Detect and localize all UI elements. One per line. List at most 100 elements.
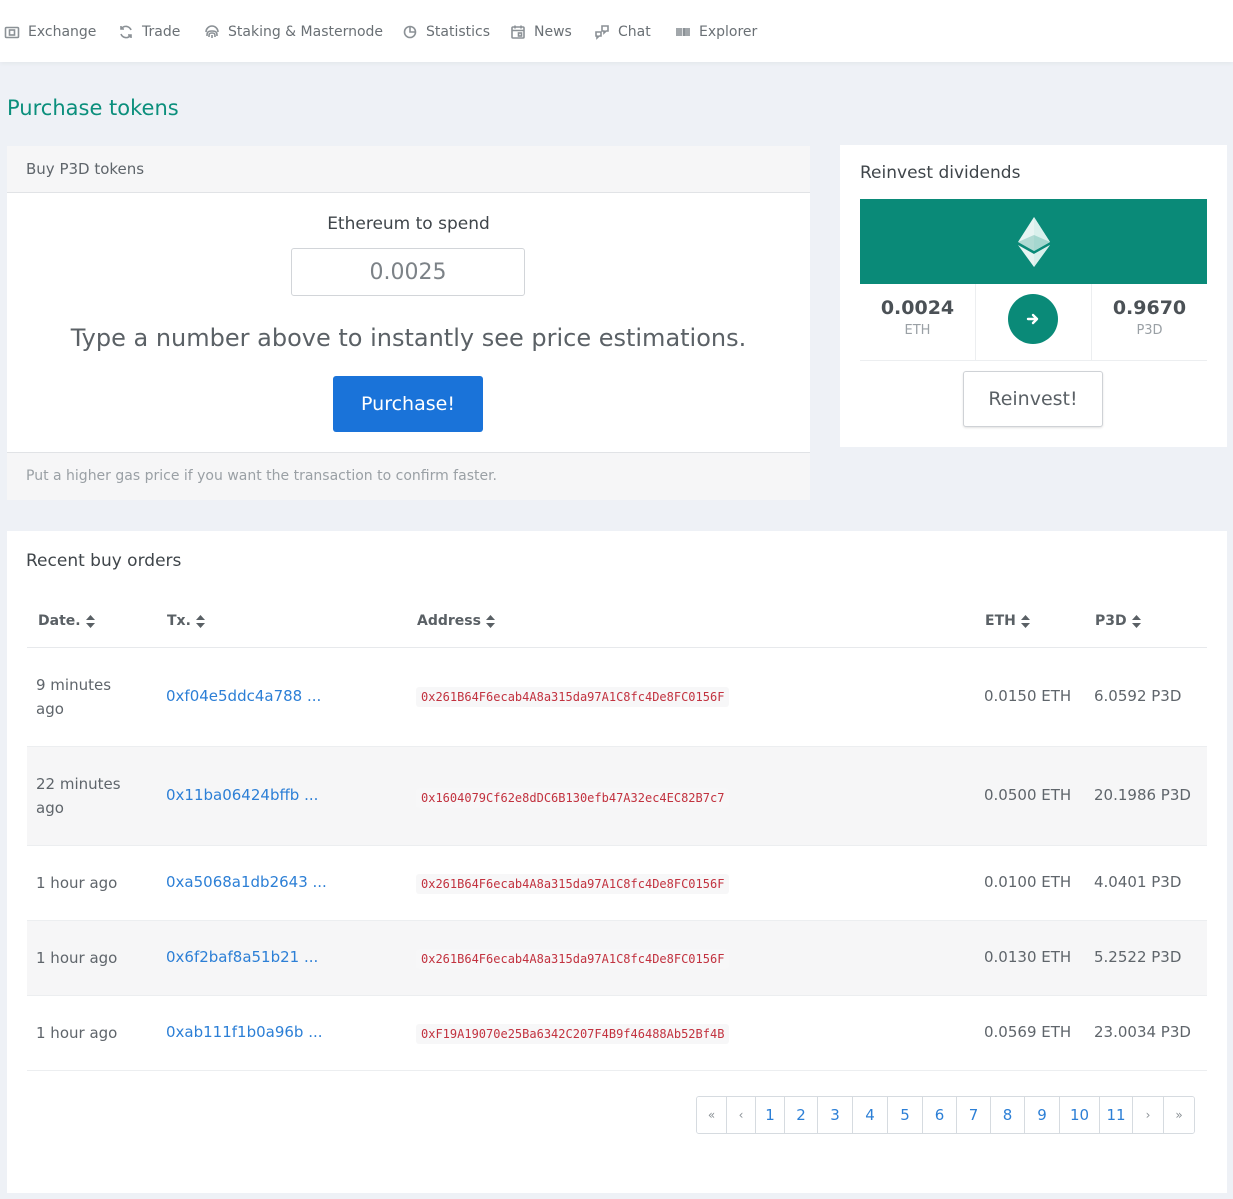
order-tx-link[interactable]: 0x6f2baf8a51b21 ... <box>166 948 318 966</box>
order-eth: 0.0569 ETH <box>984 1023 1072 1041</box>
p3d-stat-unit: P3D <box>1136 323 1163 338</box>
nav-item-label: Explorer <box>699 24 758 40</box>
orders-table: Date. Tx. Address ETH P3D 9 minutes ago … <box>27 591 1207 1071</box>
eth-amount-input[interactable] <box>291 248 525 296</box>
column-header-label: Tx. <box>167 613 191 629</box>
page-last-button[interactable]: » <box>1163 1097 1194 1133</box>
order-date: 22 minutes ago <box>36 775 121 817</box>
pie-chart-icon <box>403 25 417 39</box>
sort-icon <box>85 614 95 628</box>
page-button[interactable]: 8 <box>990 1097 1024 1133</box>
order-p3d: 20.1986 P3D <box>1094 786 1191 804</box>
order-p3d: 23.0034 P3D <box>1094 1023 1191 1041</box>
page-button[interactable]: 3 <box>817 1097 852 1133</box>
nav-item-trade[interactable]: Trade <box>118 20 180 44</box>
page-title: Purchase tokens <box>7 96 179 120</box>
p3d-stat-value: 0.9670 <box>1112 297 1187 319</box>
arrow-right-icon <box>1026 313 1039 325</box>
page-button[interactable]: 7 <box>956 1097 990 1133</box>
page-button[interactable]: 11 <box>1099 1097 1132 1133</box>
pagination: « ‹ 1 2 3 4 5 6 7 8 9 10 11 › » <box>696 1096 1195 1134</box>
nav-item-staking[interactable]: Staking & Masternode <box>204 20 383 44</box>
sort-icon <box>485 614 495 628</box>
page-button[interactable]: 1 <box>755 1097 784 1133</box>
page-prev-button[interactable]: ‹ <box>726 1097 755 1133</box>
column-header-date[interactable]: Date. <box>38 613 95 629</box>
nav-item-label: Staking & Masternode <box>228 24 384 40</box>
column-header-label: Date. <box>38 613 81 629</box>
order-tx-link[interactable]: 0xa5068a1db2643 ... <box>166 873 327 891</box>
page-button[interactable]: 6 <box>922 1097 956 1133</box>
ethereum-icon <box>1017 216 1050 267</box>
page-next-button[interactable]: › <box>1132 1097 1163 1133</box>
order-eth: 0.0130 ETH <box>984 948 1072 966</box>
ethereum-banner <box>860 199 1207 284</box>
arrow-cell <box>975 284 1092 360</box>
column-header-label: Address <box>417 613 481 629</box>
order-eth: 0.0100 ETH <box>984 873 1072 891</box>
nav-item-chat[interactable]: Chat <box>594 20 651 44</box>
purchase-button[interactable]: Purchase! <box>333 376 483 432</box>
order-p3d: 4.0401 P3D <box>1094 873 1182 891</box>
order-address: 0x261B64F6ecab4A8a315da97A1C8fc4De8FC015… <box>416 874 730 894</box>
top-navbar: Exchange Trade Staking & Masternode Stat… <box>0 0 1233 62</box>
page-button[interactable]: 10 <box>1059 1097 1099 1133</box>
page-button[interactable]: 5 <box>887 1097 922 1133</box>
nav-item-news[interactable]: News <box>510 20 572 44</box>
page-button[interactable]: 4 <box>852 1097 887 1133</box>
barcode-icon <box>676 28 690 36</box>
page-button[interactable]: 9 <box>1024 1097 1059 1133</box>
convert-arrow-button[interactable] <box>1008 294 1058 344</box>
sort-icon <box>1131 614 1141 628</box>
order-address: 0xF19A19070e25Ba6342C207F4B9f46488Ab52Bf… <box>416 1024 730 1044</box>
fingerprint-icon <box>205 25 219 38</box>
eth-stat-unit: ETH <box>904 323 931 338</box>
order-p3d: 5.2522 P3D <box>1094 948 1182 966</box>
page-button[interactable]: 2 <box>784 1097 817 1133</box>
wallet-icon <box>4 26 20 39</box>
nav-item-label: Chat <box>618 24 651 40</box>
column-header-p3d[interactable]: P3D <box>1095 613 1141 629</box>
table-row: 9 minutes ago 0xf04e5ddc4a788 ... 0x261B… <box>27 648 1207 747</box>
reinvest-dividends-card: Reinvest dividends 0.0024 ETH 0.9670 P3D… <box>840 145 1227 447</box>
table-row: 22 minutes ago 0x11ba06424bffb ... 0x160… <box>27 747 1207 846</box>
reinvest-button[interactable]: Reinvest! <box>963 371 1103 427</box>
order-eth: 0.0150 ETH <box>984 687 1072 705</box>
order-address: 0x261B64F6ecab4A8a315da97A1C8fc4De8FC015… <box>416 949 730 969</box>
nav-item-exchange[interactable]: Exchange <box>4 20 96 44</box>
order-tx-link[interactable]: 0xf04e5ddc4a788 ... <box>166 687 321 705</box>
price-estimation-hint: Type a number above to instantly see pri… <box>70 324 747 352</box>
nav-item-label: Exchange <box>28 24 97 40</box>
order-eth: 0.0500 ETH <box>984 786 1072 804</box>
reinvest-stats-row: 0.0024 ETH 0.9670 P3D <box>860 284 1207 361</box>
column-header-eth[interactable]: ETH <box>985 613 1030 629</box>
nav-item-label: Statistics <box>426 24 490 40</box>
eth-stat-value: 0.0024 <box>880 297 955 319</box>
page-first-button[interactable]: « <box>697 1097 726 1133</box>
order-p3d: 6.0592 P3D <box>1094 687 1182 705</box>
calendar-icon <box>511 25 525 39</box>
gas-price-note: Put a higher gas price if you want the t… <box>7 452 810 500</box>
buy-tokens-card: Buy P3D tokens Ethereum to spend Type a … <box>7 146 810 500</box>
table-header-row: Date. Tx. Address ETH P3D <box>27 591 1207 648</box>
order-tx-link[interactable]: 0x11ba06424bffb ... <box>166 786 318 804</box>
p3d-stat: 0.9670 P3D <box>1092 284 1207 360</box>
column-header-label: ETH <box>985 613 1016 629</box>
nav-item-statistics[interactable]: Statistics <box>402 20 490 44</box>
order-date: 1 hour ago <box>36 874 118 892</box>
sort-icon <box>1020 614 1030 628</box>
reinvest-title: Reinvest dividends <box>860 163 1021 183</box>
table-row: 1 hour ago 0x6f2baf8a51b21 ... 0x261B64F… <box>27 921 1207 996</box>
order-address: 0x1604079Cf62e8dDC6B130efb47A32ec4EC82B7… <box>416 788 730 808</box>
order-tx-link[interactable]: 0xab111f1b0a96b ... <box>166 1023 323 1041</box>
nav-item-explorer[interactable]: Explorer <box>675 20 757 44</box>
table-row: 1 hour ago 0xa5068a1db2643 ... 0x261B64F… <box>27 846 1207 921</box>
eth-stat: 0.0024 ETH <box>860 284 975 360</box>
order-address: 0x261B64F6ecab4A8a315da97A1C8fc4De8FC015… <box>416 687 730 707</box>
column-header-tx[interactable]: Tx. <box>167 613 205 629</box>
order-date: 9 minutes ago <box>36 676 112 718</box>
order-date: 1 hour ago <box>36 949 118 967</box>
table-row: 1 hour ago 0xab111f1b0a96b ... 0xF19A190… <box>27 996 1207 1071</box>
column-header-address[interactable]: Address <box>417 613 495 629</box>
refresh-icon <box>120 25 132 39</box>
